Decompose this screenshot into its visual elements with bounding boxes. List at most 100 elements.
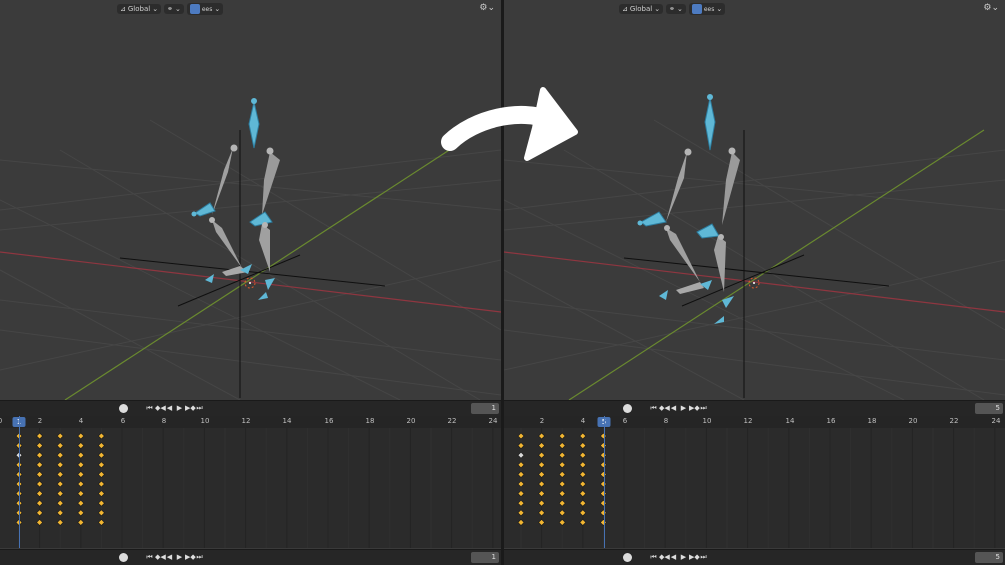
keyframe-diamond[interactable] bbox=[77, 480, 85, 488]
playhead[interactable] bbox=[19, 416, 20, 548]
record-icon[interactable] bbox=[623, 553, 632, 562]
next-key-icon[interactable]: ▶◆ bbox=[185, 403, 196, 414]
keyframe-diamond[interactable] bbox=[56, 432, 64, 440]
keyframe-diamond[interactable] bbox=[558, 509, 566, 517]
keyframe-diamond[interactable] bbox=[517, 490, 525, 498]
playhead[interactable] bbox=[604, 416, 605, 548]
prev-key-icon[interactable]: ◆◀ bbox=[659, 403, 670, 414]
current-frame-field[interactable]: 5 bbox=[975, 403, 1003, 414]
keyframe-diamond[interactable] bbox=[558, 490, 566, 498]
keyframe-diamond[interactable] bbox=[558, 480, 566, 488]
snapping-dropdown[interactable]: ees ⌄ bbox=[688, 3, 726, 15]
prev-key-icon[interactable]: ◆◀ bbox=[155, 403, 166, 414]
keyframe-diamond[interactable] bbox=[56, 461, 64, 469]
keyframe-diamond[interactable] bbox=[36, 442, 44, 450]
play-icon[interactable]: ▶ bbox=[175, 403, 184, 414]
keyframe-diamond[interactable] bbox=[579, 518, 587, 526]
keyframe-diamond[interactable] bbox=[579, 509, 587, 517]
jump-start-icon[interactable]: ⏮ bbox=[649, 552, 658, 563]
keyframe-diamond[interactable] bbox=[558, 451, 566, 459]
keyframe-diamond[interactable] bbox=[97, 499, 105, 507]
keyframe-diamond[interactable] bbox=[538, 490, 546, 498]
keyframe-diamond[interactable] bbox=[56, 518, 64, 526]
keyframe-diamond[interactable] bbox=[77, 451, 85, 459]
keyframe-diamond[interactable] bbox=[56, 509, 64, 517]
keyframe-diamond[interactable] bbox=[36, 470, 44, 478]
next-key-icon[interactable]: ▶◆ bbox=[689, 403, 700, 414]
keyframe-diamond[interactable] bbox=[538, 509, 546, 517]
keyframe-diamond[interactable] bbox=[97, 470, 105, 478]
keyframe-diamond[interactable] bbox=[77, 518, 85, 526]
keyframe-diamond[interactable] bbox=[538, 518, 546, 526]
keyframe-diamond[interactable] bbox=[558, 470, 566, 478]
pivot-dropdown[interactable]: ⚭ ⌄ bbox=[666, 4, 686, 14]
keyframe-diamond[interactable] bbox=[517, 470, 525, 478]
keyframe-diamond[interactable] bbox=[77, 499, 85, 507]
keyframe-diamond[interactable] bbox=[36, 461, 44, 469]
keyframe-diamond[interactable] bbox=[56, 499, 64, 507]
keyframe-diamond[interactable] bbox=[579, 499, 587, 507]
record-icon[interactable] bbox=[119, 553, 128, 562]
current-frame-field[interactable]: 5 bbox=[975, 552, 1003, 563]
play-icon[interactable]: ▶ bbox=[679, 552, 688, 563]
keyframe-diamond[interactable] bbox=[558, 518, 566, 526]
keyframe-diamond[interactable] bbox=[579, 490, 587, 498]
keyframe-diamond[interactable] bbox=[538, 442, 546, 450]
prev-key-icon[interactable]: ◆◀ bbox=[155, 552, 166, 563]
keyframe-diamond[interactable] bbox=[517, 518, 525, 526]
keyframe-diamond[interactable] bbox=[77, 509, 85, 517]
keyframe-diamond[interactable] bbox=[77, 461, 85, 469]
keyframe-diamond[interactable] bbox=[517, 509, 525, 517]
keyframe-diamond[interactable] bbox=[56, 490, 64, 498]
keyframe-diamond[interactable] bbox=[56, 480, 64, 488]
keyframe-diamond[interactable] bbox=[77, 490, 85, 498]
play-reverse-icon[interactable]: ◀ bbox=[165, 552, 174, 563]
keyframe-diamond[interactable] bbox=[579, 470, 587, 478]
jump-end-icon[interactable]: ⏭ bbox=[195, 552, 204, 563]
record-icon[interactable] bbox=[119, 404, 128, 413]
gizmo-toggle-icon[interactable]: ⚙⌄ bbox=[983, 3, 999, 13]
keyframe-diamond[interactable] bbox=[36, 432, 44, 440]
keyframe-diamond[interactable] bbox=[97, 490, 105, 498]
keyframe-diamond[interactable] bbox=[579, 461, 587, 469]
viewport-3d[interactable]: ⊿ Global ⌄ ⚭ ⌄ ees ⌄ ⚙⌄ bbox=[0, 0, 501, 400]
keyframe-diamond[interactable] bbox=[77, 442, 85, 450]
jump-start-icon[interactable]: ⏮ bbox=[649, 403, 658, 414]
play-reverse-icon[interactable]: ◀ bbox=[165, 403, 174, 414]
keyframe-diamond[interactable] bbox=[558, 432, 566, 440]
keyframe-diamond[interactable] bbox=[558, 442, 566, 450]
current-frame-field[interactable]: 1 bbox=[471, 403, 499, 414]
keyframe-diamond[interactable] bbox=[97, 432, 105, 440]
timeline-ruler[interactable]: 2 4 6 8 10 12 14 16 18 20 22 24 5 bbox=[504, 416, 1005, 428]
keyframe-diamond[interactable] bbox=[538, 432, 546, 440]
armature-rig[interactable] bbox=[191, 98, 281, 300]
play-reverse-icon[interactable]: ◀ bbox=[669, 552, 678, 563]
transform-orientation-dropdown[interactable]: ⊿ Global ⌄ bbox=[117, 4, 162, 14]
keyframe-diamond[interactable] bbox=[538, 451, 546, 459]
transform-orientation-dropdown[interactable]: ⊿ Global ⌄ bbox=[619, 4, 664, 14]
pivot-dropdown[interactable]: ⚭ ⌄ bbox=[164, 4, 184, 14]
dope-sheet[interactable] bbox=[504, 428, 1005, 548]
play-icon[interactable]: ▶ bbox=[175, 552, 184, 563]
jump-start-icon[interactable]: ⏮ bbox=[145, 552, 154, 563]
keyframe-diamond[interactable] bbox=[517, 461, 525, 469]
keyframe-diamond[interactable] bbox=[77, 470, 85, 478]
keyframe-diamond[interactable] bbox=[538, 480, 546, 488]
keyframe-diamond[interactable] bbox=[538, 499, 546, 507]
armature-rig[interactable] bbox=[637, 94, 760, 324]
keyframe-diamond[interactable] bbox=[538, 470, 546, 478]
record-icon[interactable] bbox=[623, 404, 632, 413]
keyframe-diamond[interactable] bbox=[97, 461, 105, 469]
keyframe-diamond[interactable] bbox=[77, 432, 85, 440]
keyframe-diamond[interactable] bbox=[579, 451, 587, 459]
keyframe-diamond[interactable] bbox=[36, 499, 44, 507]
keyframe-diamond[interactable] bbox=[36, 451, 44, 459]
keyframe-diamond[interactable] bbox=[97, 480, 105, 488]
next-key-icon[interactable]: ▶◆ bbox=[185, 552, 196, 563]
keyframe-diamond[interactable] bbox=[517, 480, 525, 488]
keyframe-diamond[interactable] bbox=[579, 432, 587, 440]
jump-end-icon[interactable]: ⏭ bbox=[699, 552, 708, 563]
keyframe-diamond[interactable] bbox=[97, 518, 105, 526]
gizmo-toggle-icon[interactable]: ⚙⌄ bbox=[479, 3, 495, 13]
next-key-icon[interactable]: ▶◆ bbox=[689, 552, 700, 563]
